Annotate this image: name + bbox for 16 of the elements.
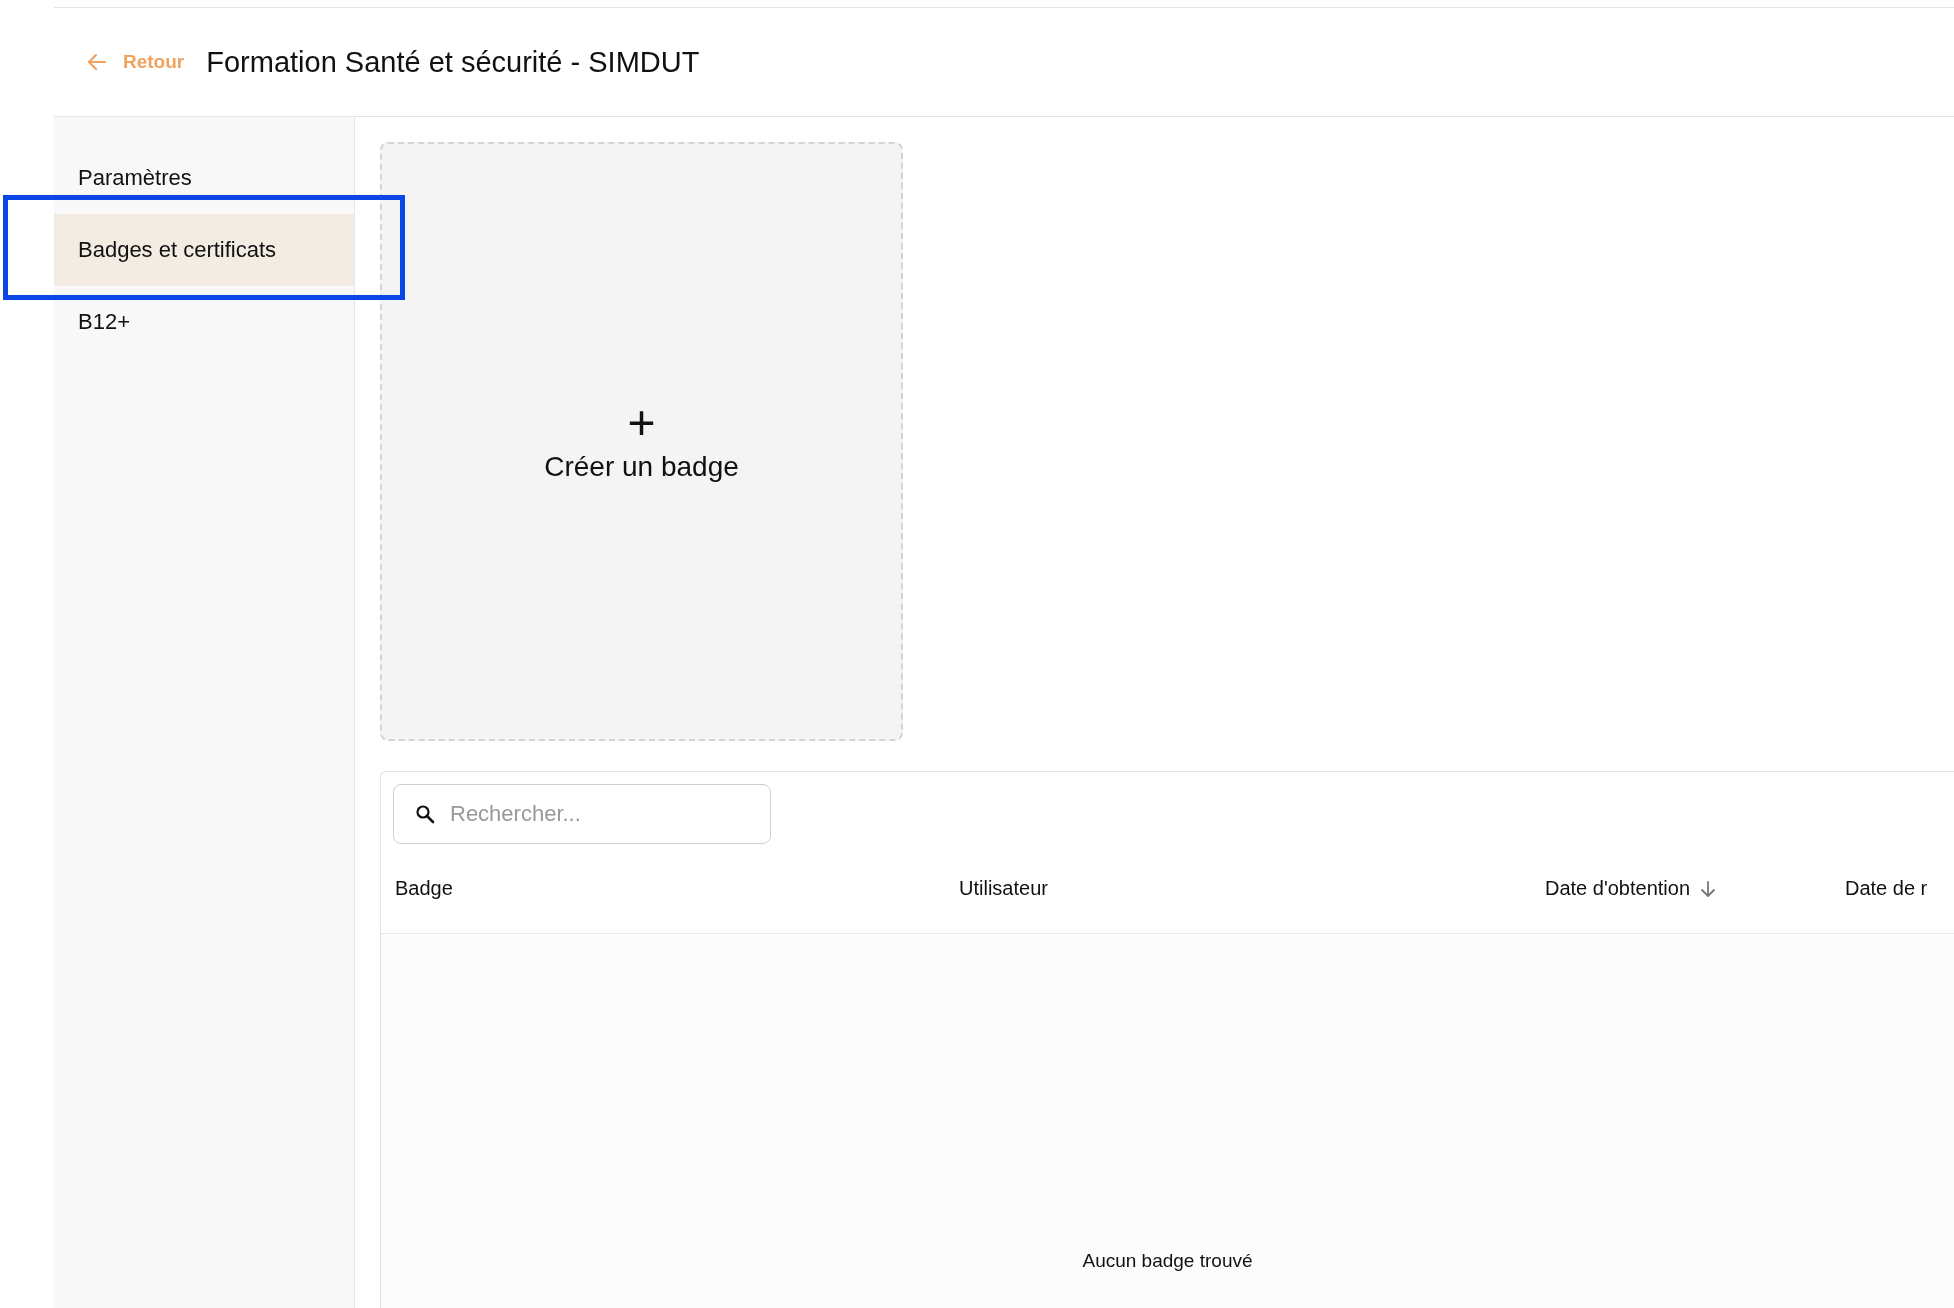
sidebar-item[interactable]: B12+ <box>54 286 354 358</box>
column-header[interactable]: Badge <box>381 877 959 900</box>
sidebar-item[interactable]: Paramètres <box>54 142 354 214</box>
sort-arrow-icon <box>1700 879 1717 898</box>
sidebar-item[interactable]: Badges et certificats <box>54 214 354 286</box>
search-icon <box>415 804 435 824</box>
search-field[interactable]: Rechercher... <box>393 784 771 844</box>
create-badge-card[interactable]: + Créer un badge <box>380 142 903 741</box>
create-badge-label: Créer un badge <box>544 450 739 483</box>
column-header[interactable]: Utilisateur <box>959 877 1545 900</box>
page-title: Formation Santé et sécurité - SIMDUT <box>206 45 700 79</box>
back-arrow-icon <box>86 51 108 73</box>
column-header[interactable]: Date d'obtention <box>1545 877 1845 900</box>
empty-message: Aucun badge trouvé <box>1082 1250 1253 1273</box>
column-header[interactable]: Date de r <box>1845 877 1928 900</box>
plus-icon: + <box>627 400 656 445</box>
